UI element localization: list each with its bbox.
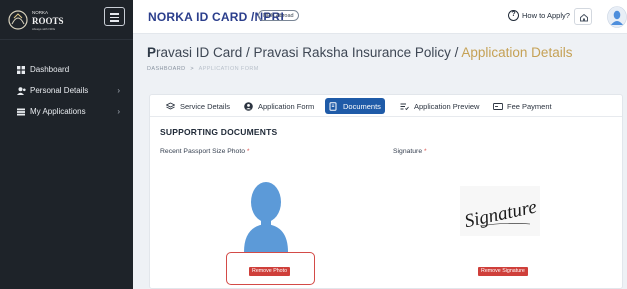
sidebar: ROOTS Always with NRIs NORKA Dashboard P… (0, 0, 133, 289)
application-card: Service Details Application Form Documen… (149, 94, 623, 289)
sidebar-item-label: Personal Details (30, 86, 89, 95)
svg-text:NORKA: NORKA (32, 10, 48, 15)
list-icon (17, 108, 25, 116)
layers-icon (165, 101, 176, 111)
sidebar-item-dashboard[interactable]: Dashboard (0, 59, 133, 80)
sidebar-header: ROOTS Always with NRIs NORKA (0, 0, 133, 40)
breadcrumb-dashboard[interactable]: DASHBOARD (147, 66, 185, 72)
user-circle-icon (244, 101, 253, 111)
home-button[interactable] (574, 8, 592, 25)
breadcrumb: DASHBOARD > APPLICATION FORM (147, 66, 259, 72)
application-tabs: Service Details Application Form Documen… (150, 95, 622, 117)
top-header: NORKA ID CARD /NPRI NRK Abroad ? How to … (133, 0, 627, 34)
tab-documents[interactable]: Documents (325, 98, 385, 114)
home-icon (580, 13, 588, 22)
sidebar-item-personal-details[interactable]: Personal Details › (0, 80, 133, 101)
nrk-abroad-badge: NRK Abroad (258, 10, 299, 21)
document-icon (329, 101, 338, 111)
remove-photo-button[interactable]: Remove Photo (249, 267, 291, 276)
signature-label: Signature * (393, 148, 427, 155)
required-marker: * (246, 148, 250, 155)
user-icon (17, 86, 26, 95)
question-icon: ? (508, 10, 519, 21)
chevron-right-icon: › (117, 86, 120, 95)
page-title-accent: Application Details (461, 45, 573, 60)
remove-signature-button[interactable]: Remove Signature (478, 267, 528, 276)
required-marker: * (424, 148, 427, 155)
tab-application-form[interactable]: Application Form (240, 98, 318, 114)
avatar-icon[interactable] (607, 6, 627, 28)
how-to-apply-label: How to Apply? (522, 11, 570, 20)
tab-application-preview[interactable]: Application Preview (396, 98, 483, 114)
section-title: SUPPORTING DOCUMENTS (160, 127, 278, 137)
card-icon (493, 102, 503, 111)
svg-text:Always with NRIs: Always with NRIs (32, 27, 56, 31)
sidebar-item-label: Dashboard (30, 65, 70, 74)
dashboard-icon (17, 65, 25, 74)
breadcrumb-current: APPLICATION FORM (198, 66, 259, 72)
chevron-right-icon: › (117, 107, 120, 116)
sidebar-item-label: My Applications (30, 107, 86, 116)
tab-fee-payment[interactable]: Fee Payment (489, 98, 556, 114)
how-to-apply-link[interactable]: ? How to Apply? (508, 10, 570, 21)
list-check-icon (400, 102, 409, 111)
uploaded-signature-preview: Signature (460, 186, 540, 236)
photo-label: Recent Passport Size Photo * (160, 148, 250, 155)
uploaded-photo-preview (244, 182, 288, 252)
breadcrumb-separator: > (190, 66, 195, 72)
tab-service-details[interactable]: Service Details (162, 98, 234, 114)
svg-text:ROOTS: ROOTS (32, 16, 64, 26)
sidebar-item-my-applications[interactable]: My Applications › (0, 101, 133, 122)
page-title: Pravasi ID Card / Pravasi Raksha Insuran… (147, 45, 573, 60)
norka-roots-logo[interactable]: ROOTS Always with NRIs NORKA (6, 6, 68, 34)
menu-toggle-button[interactable] (104, 7, 125, 26)
